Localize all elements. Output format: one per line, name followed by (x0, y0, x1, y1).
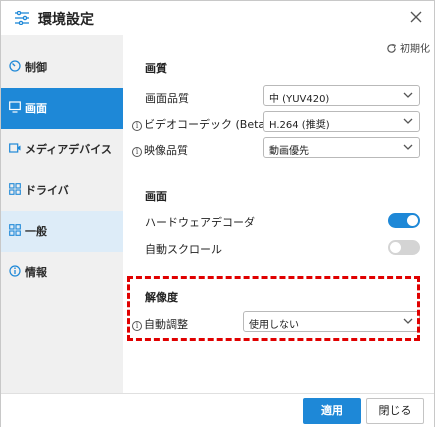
close-button[interactable]: 閉じる (366, 398, 424, 424)
sidebar-item-label: 制御 (25, 61, 47, 74)
video-quality-select[interactable]: 動画優先 (263, 137, 420, 158)
sliders-icon (15, 11, 29, 25)
video-codec-label: i ビデオコーデック (Beta) (132, 116, 269, 132)
settings-dialog: 環境設定 制御 画面 メディアデバイス ドライバ 一般 情報 初期化 画質 画面… (0, 0, 435, 427)
footer: 適用 閉じる (1, 393, 434, 427)
chevron-down-icon (403, 144, 413, 150)
sidebar-item-driver[interactable]: ドライバ (1, 170, 123, 211)
sidebar-item-general[interactable]: 一般 (1, 211, 123, 252)
info-icon (9, 265, 21, 277)
label-text: ビデオコーデック (Beta) (144, 118, 270, 131)
media-device-icon (9, 143, 21, 153)
window-title: 環境設定 (38, 12, 94, 28)
close-icon[interactable] (408, 9, 424, 25)
reset-button[interactable]: 初期化 (386, 40, 430, 55)
apply-button[interactable]: 適用 (303, 398, 361, 424)
section-title-quality: 画質 (145, 62, 167, 75)
sidebar-item-label: メディアデバイス (25, 143, 112, 156)
auto-scroll-label: 自動スクロール (145, 243, 222, 256)
reset-label: 初期化 (400, 44, 430, 55)
highlight-box (127, 276, 420, 341)
sidebar-item-media-devices[interactable]: メディアデバイス (1, 129, 123, 170)
chevron-down-icon (403, 92, 413, 98)
select-value: 動画優先 (269, 146, 309, 157)
sidebar-item-label: 画面 (25, 102, 47, 115)
grid-icon (9, 224, 21, 236)
hardware-decoder-label: ハードウェアデコーダ (145, 216, 255, 229)
monitor-icon (9, 101, 21, 113)
label-text: 映像品質 (144, 144, 188, 157)
auto-scroll-toggle[interactable] (388, 240, 420, 255)
sidebar-item-label: ドライバ (25, 184, 69, 197)
screen-quality-select[interactable]: 中 (YUV420) (263, 85, 420, 106)
toggle-knob (390, 242, 401, 253)
video-quality-label: i 映像品質 (132, 142, 188, 158)
sidebar-item-info[interactable]: 情報 (1, 252, 123, 293)
sidebar-item-label: 情報 (25, 266, 47, 279)
video-codec-select[interactable]: H.264 (推奨) (263, 111, 420, 132)
gauge-icon (9, 60, 21, 72)
select-value: 中 (YUV420) (269, 94, 330, 105)
sidebar-item-label: 一般 (25, 225, 47, 238)
section-title-screen: 画面 (145, 190, 167, 203)
toggle-knob (407, 215, 418, 226)
sidebar-item-display[interactable]: 画面 (1, 88, 123, 129)
chevron-down-icon (403, 118, 413, 124)
driver-icon (9, 183, 21, 195)
info-icon: i (132, 121, 142, 131)
info-icon: i (132, 147, 142, 157)
screen-quality-label: 画面品質 (145, 92, 189, 105)
title-bar: 環境設定 (1, 1, 434, 35)
sidebar-item-control[interactable]: 制御 (1, 47, 123, 88)
hardware-decoder-toggle[interactable] (388, 213, 420, 228)
select-value: H.264 (推奨) (269, 120, 330, 131)
refresh-icon (387, 43, 396, 53)
sidebar: 制御 画面 メディアデバイス ドライバ 一般 情報 (1, 35, 123, 393)
